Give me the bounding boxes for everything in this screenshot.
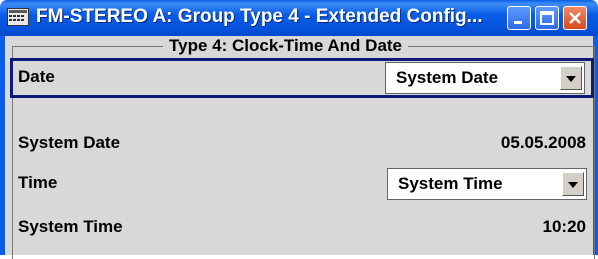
chevron-down-icon[interactable] — [562, 172, 584, 196]
app-icon — [7, 8, 29, 26]
system-date-label: System Date — [18, 133, 121, 152]
dialog-content: Type 4: Clock-Time And Date Date System … — [0, 36, 598, 259]
minimize-icon — [514, 21, 522, 24]
dialog-window: FM-STEREO A: Group Type 4 - Extended Con… — [0, 0, 598, 259]
minimize-button[interactable] — [507, 6, 531, 30]
system-time-value: 10:20 — [542, 217, 586, 236]
time-row[interactable]: Time System Time — [10, 164, 594, 204]
close-button[interactable] — [563, 6, 587, 30]
system-time-row: System Time 10:20 — [10, 208, 594, 248]
close-icon — [569, 12, 581, 24]
date-dropdown-value: System Date — [396, 68, 499, 87]
window-title: FM-STEREO A: Group Type 4 - Extended Con… — [36, 6, 483, 27]
time-dropdown-value: System Time — [398, 174, 503, 193]
group-legend: Type 4: Clock-Time And Date — [163, 36, 409, 56]
time-label: Time — [18, 173, 58, 192]
system-time-label: System Time — [18, 217, 123, 236]
maximize-button[interactable] — [535, 6, 559, 30]
date-dropdown[interactable]: System Date — [385, 62, 585, 94]
system-date-value: 05.05.2008 — [500, 133, 586, 152]
time-dropdown[interactable]: System Time — [387, 168, 587, 200]
date-row[interactable]: Date System Date — [10, 58, 594, 98]
title-bar[interactable]: FM-STEREO A: Group Type 4 - Extended Con… — [0, 0, 598, 36]
system-date-row: System Date 05.05.2008 — [10, 124, 594, 164]
chevron-down-icon[interactable] — [560, 66, 582, 90]
maximize-icon — [540, 11, 554, 25]
date-label: Date — [18, 67, 55, 86]
